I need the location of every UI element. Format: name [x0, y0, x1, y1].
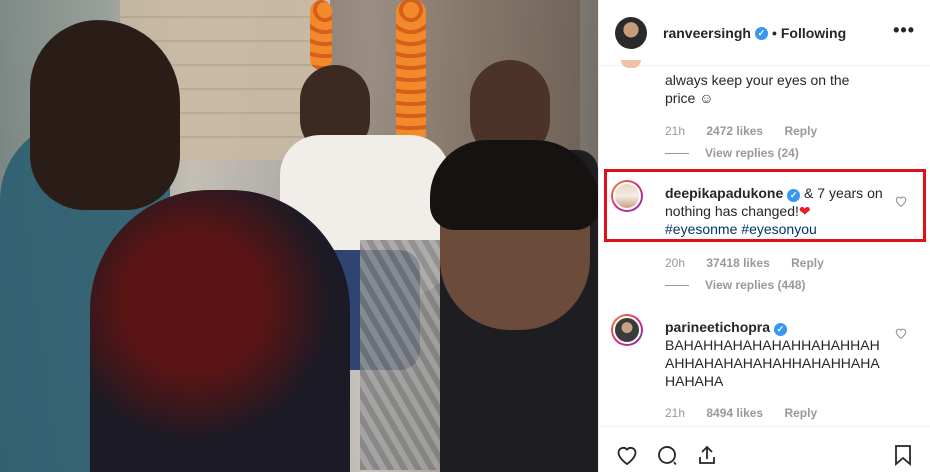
verified-icon: ✓: [773, 323, 787, 336]
comment-text-deepika: deepikapadukone ✓ & 7 years on nothing h…: [665, 184, 885, 238]
like-heart-icon[interactable]: [615, 443, 639, 467]
reply-button[interactable]: Reply: [784, 406, 817, 420]
bookmark-icon[interactable]: [891, 443, 915, 467]
reply-button[interactable]: Reply: [784, 124, 817, 138]
author-line: ranveersingh ✓ • Following: [663, 25, 846, 41]
comment-text-parineeti: parineetichopra ✓ BAHAHHAHAHAHAHHAHAHHAH…: [665, 318, 885, 390]
comment-time[interactable]: 21h: [665, 406, 685, 420]
post-header: ranveersingh ✓ • Following •••: [599, 0, 930, 66]
comment-meta: 21h 2472 likes Reply: [665, 124, 835, 138]
view-replies-button[interactable]: View replies (24): [665, 146, 799, 160]
view-replies-label: View replies (24): [705, 146, 799, 160]
comment-body: BAHAHHAHAHAHAHHAHAHHAHAHHAHAHAHAHAHHAHAH…: [665, 337, 880, 389]
post-photo[interactable]: [0, 0, 598, 472]
comment-meta: 20h 37418 likes Reply: [665, 256, 842, 270]
photo-woman-head: [30, 20, 180, 210]
avatar-image: [613, 182, 641, 210]
comment-username[interactable]: deepikapadukone: [665, 185, 783, 201]
following-button[interactable]: Following: [781, 25, 846, 41]
hashtag-link[interactable]: #eyesonme: [665, 221, 737, 237]
photo-marigold-garland: [396, 0, 426, 150]
separator-dot: •: [771, 25, 777, 41]
comment-likes[interactable]: 37418 likes: [706, 256, 769, 270]
comment-likes[interactable]: 8494 likes: [706, 406, 763, 420]
hashtag-link[interactable]: #eyesonyou: [741, 221, 817, 237]
comment-meta: 21h 8494 likes Reply: [665, 406, 835, 420]
view-replies-label: View replies (448): [705, 278, 806, 292]
photo-man-hair: [430, 140, 598, 230]
comment-likes[interactable]: 2472 likes: [706, 124, 763, 138]
view-replies-line: [665, 152, 689, 154]
view-replies-line: [665, 284, 689, 286]
heart-outline-icon[interactable]: [894, 326, 908, 340]
comment-time[interactable]: 20h: [665, 256, 685, 270]
verified-icon: ✓: [754, 26, 768, 40]
more-icon[interactable]: •••: [893, 20, 915, 41]
author-avatar[interactable]: [615, 17, 647, 49]
comment-avatar-parineeti[interactable]: [611, 314, 643, 346]
view-replies-button[interactable]: View replies (448): [665, 278, 806, 292]
photo-marigold-garland-small: [310, 0, 332, 70]
reply-button[interactable]: Reply: [791, 256, 824, 270]
comment-avatar-partial[interactable]: [621, 60, 641, 68]
post-action-bar: [599, 426, 930, 472]
photo-woman-saree: [90, 190, 350, 472]
heart-emoji: ❤: [798, 203, 811, 219]
comment-icon[interactable]: [655, 443, 679, 467]
comment-text: always keep your eyes on the price ☺: [665, 72, 850, 106]
verified-icon: ✓: [787, 189, 801, 202]
post-side-panel: ranveersingh ✓ • Following ••• always ke…: [598, 0, 930, 472]
heart-outline-icon[interactable]: [894, 194, 908, 208]
comment-username[interactable]: parineetichopra: [665, 319, 770, 335]
avatar-image: [613, 316, 641, 344]
share-icon[interactable]: [695, 443, 719, 467]
author-username[interactable]: ranveersingh: [663, 25, 751, 41]
comment-avatar-deepika[interactable]: [611, 180, 643, 212]
comment-time[interactable]: 21h: [665, 124, 685, 138]
